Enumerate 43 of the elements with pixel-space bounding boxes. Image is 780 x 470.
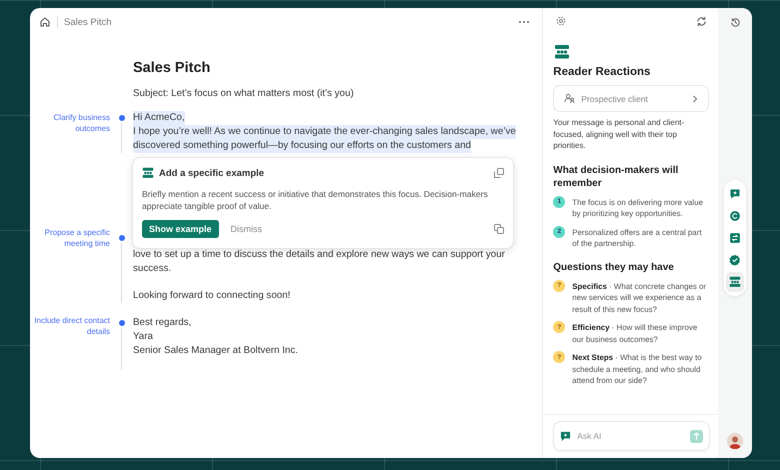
comment-icon: [729, 188, 742, 200]
margin-note[interactable]: Clarify business outcomes: [30, 113, 110, 134]
panel-title: Reader Reactions: [553, 66, 652, 78]
people-icon: [142, 167, 154, 179]
chevron-right-icon: [692, 94, 698, 102]
summary-text: Your message is personal and client-focused, aligning well with their top priorities.: [553, 117, 686, 152]
people-icon: [554, 44, 570, 60]
note-dot: [118, 235, 124, 241]
section-heading: Questions they may have: [553, 260, 675, 274]
audience-selector[interactable]: Prospective client: [553, 85, 710, 112]
card-title: Add a specific example: [159, 168, 264, 178]
document-title: Sales Pitch: [133, 59, 212, 78]
paragraph: I hope you’re well! As we continue to navigate the ever-changing sales landscape, we’ve discovered something powerful—by focusing our efforts on the customers and: [133, 125, 516, 153]
chat-icon: [560, 430, 572, 442]
paragraph: Best regards, Yara Senior Sales Manager at Boltvern Inc.: [133, 316, 298, 358]
margin-note[interactable]: Include direct contact details: [30, 316, 110, 337]
refresh-icon[interactable]: [696, 16, 708, 26]
history-icon[interactable]: [730, 17, 741, 28]
ask-field[interactable]: Ask AI: [553, 421, 710, 451]
breadcrumb[interactable]: Sales Pitch: [64, 16, 112, 28]
show-example-button[interactable]: Show example: [142, 220, 219, 238]
paragraph: love to set up a time to discuss the details and explore new ways we can support your success.: [133, 248, 505, 276]
note-dot: [118, 320, 124, 326]
home-icon[interactable]: [39, 16, 51, 28]
paragraph: Hi AcmeCo,: [133, 111, 185, 125]
settings-icon[interactable]: [556, 16, 566, 26]
copy-icon[interactable]: [494, 224, 504, 234]
tool-button[interactable]: [726, 272, 744, 292]
card-text: Briefly mention a recent success or initiative that demonstrates this focus. Decision-makers appreciate tangible proof of value.: [142, 188, 489, 212]
subject-line: Subject: Let’s focus on what matters most (it’s you): [133, 87, 354, 101]
arrow-up-icon: [693, 432, 700, 440]
people-icon: [729, 276, 742, 288]
section-heading: What decision-makers will remember: [553, 164, 680, 190]
person-icon: [564, 93, 576, 104]
margin-note[interactable]: Propose a specific meeting time: [30, 228, 110, 249]
expand-icon[interactable]: [494, 168, 504, 178]
more-icon[interactable]: [518, 20, 530, 24]
check-badge-icon: [729, 254, 742, 266]
dismiss-button[interactable]: Dismiss: [230, 224, 262, 234]
note-dot: [118, 115, 124, 121]
rewrite-icon: [729, 232, 742, 244]
avatar-icon: [727, 433, 744, 449]
paragraph: Looking forward to connecting soon!: [133, 289, 290, 303]
